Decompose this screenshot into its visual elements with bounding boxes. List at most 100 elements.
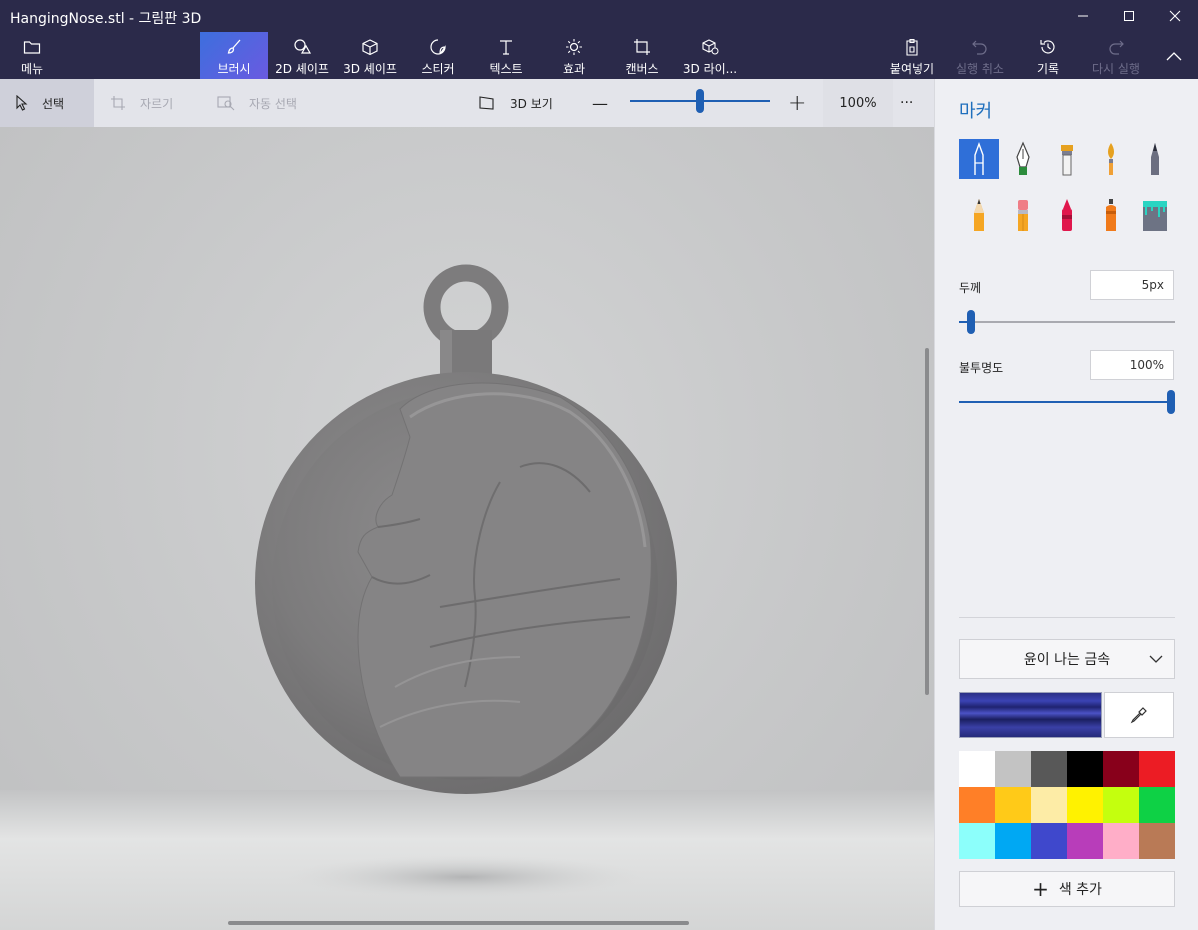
tool-spray-can[interactable] [1091, 195, 1131, 235]
tab-label: 3D 셰이프 [343, 62, 397, 76]
tab-label: 효과 [562, 62, 586, 76]
zoom-value[interactable]: 100% [823, 79, 893, 127]
tab-stickers[interactable]: 스티커 [404, 32, 472, 79]
undo-icon [971, 37, 989, 57]
current-color-swatch[interactable] [959, 692, 1102, 738]
zoom-out-icon: — [592, 93, 608, 113]
tab-3d-library[interactable]: 3D 라이... [676, 32, 744, 79]
brush-panel: 마커 두께 5px 불투명도 100% 윤이 나는 금속 + 색 추가 [934, 79, 1198, 930]
action-label: 실행 취소 [956, 62, 1004, 76]
more-icon: ··· [900, 95, 914, 111]
material-label: 윤이 나는 금속 [1023, 652, 1111, 668]
ribbon: 메뉴 브러시 2D 셰이프 3D 셰이프 스티커 텍스트 효과 캔버스 3D 라… [0, 32, 1198, 79]
canvas-icon [633, 37, 651, 57]
thickness-slider-thumb[interactable] [967, 310, 975, 334]
brush-icon [225, 37, 243, 57]
thickness-input[interactable]: 5px [1090, 270, 1174, 300]
palette-swatch[interactable] [959, 823, 995, 859]
tab-label: 브러시 [217, 62, 251, 76]
crop-button[interactable]: 자르기 [110, 79, 173, 127]
collapse-ribbon-button[interactable] [1150, 32, 1198, 79]
palette-swatch[interactable] [1031, 751, 1067, 787]
action-label: 기록 [1036, 62, 1060, 76]
thickness-slider-track[interactable] [959, 321, 1175, 323]
palette-swatch[interactable] [1067, 787, 1103, 823]
paste-button[interactable]: 붙여넣기 [878, 32, 946, 79]
palette-swatch[interactable] [1067, 751, 1103, 787]
tab-canvas[interactable]: 캔버스 [608, 32, 676, 79]
color-palette [959, 751, 1175, 859]
tool-marker[interactable] [959, 139, 999, 179]
palette-swatch[interactable] [995, 751, 1031, 787]
tool-pencil[interactable] [959, 195, 999, 235]
menu-button[interactable]: 메뉴 [0, 32, 64, 79]
palette-swatch[interactable] [1067, 823, 1103, 859]
view-3d-button[interactable]: 3D 보기 [478, 79, 553, 127]
palette-swatch[interactable] [1139, 751, 1175, 787]
zoom-out-button[interactable]: — [592, 79, 608, 127]
opacity-input[interactable]: 100% [1090, 350, 1174, 380]
tab-3d-shapes[interactable]: 3D 셰이프 [336, 32, 404, 79]
minimize-button[interactable] [1060, 0, 1106, 32]
tool-eraser[interactable] [1003, 195, 1043, 235]
tab-2d-shapes[interactable]: 2D 셰이프 [268, 32, 336, 79]
zoom-slider-thumb[interactable] [696, 89, 704, 113]
material-dropdown[interactable]: 윤이 나는 금속 [959, 639, 1175, 679]
pixel-pen-icon [1151, 143, 1159, 175]
shapes-2d-icon [292, 37, 312, 57]
window-title: HangingNose.stl - 그림판 3D [10, 11, 202, 27]
chevron-down-icon [1149, 655, 1163, 663]
canvas-area[interactable] [0, 127, 934, 930]
eyedropper-button[interactable] [1104, 692, 1174, 738]
palette-swatch[interactable] [1031, 823, 1067, 859]
crayon-icon [1062, 199, 1072, 231]
horizontal-scrollbar[interactable] [228, 921, 689, 925]
pendant-3d-model[interactable] [0, 127, 934, 930]
crop-icon [110, 95, 126, 111]
zoom-in-button[interactable]: + [788, 79, 806, 127]
tab-effects[interactable]: 효과 [540, 32, 608, 79]
pencil-icon [974, 199, 984, 231]
tool-watercolor[interactable] [1091, 139, 1131, 179]
palette-swatch[interactable] [1139, 787, 1175, 823]
maximize-icon [1124, 11, 1134, 21]
select-tool-button[interactable]: 선택 [0, 79, 94, 127]
tab-label: 캔버스 [625, 62, 659, 76]
tool-calligraphy-pen[interactable] [1003, 139, 1043, 179]
palette-swatch[interactable] [1103, 823, 1139, 859]
zoom-value-label: 100% [839, 95, 877, 111]
palette-swatch[interactable] [1103, 787, 1139, 823]
more-options-button[interactable]: ··· [900, 79, 913, 127]
palette-swatch[interactable] [959, 787, 995, 823]
magic-select-button[interactable]: 자동 선택 [217, 79, 297, 127]
tool-oil-brush[interactable] [1047, 139, 1087, 179]
opacity-slider-thumb[interactable] [1167, 390, 1175, 414]
palette-swatch[interactable] [995, 823, 1031, 859]
tab-text[interactable]: 텍스트 [472, 32, 540, 79]
tool-fill-bucket[interactable] [1135, 195, 1175, 235]
marker-icon [974, 141, 984, 175]
redo-icon [1107, 37, 1125, 57]
tool-pixel-pen[interactable] [1135, 139, 1175, 179]
add-color-button[interactable]: + 색 추가 [959, 871, 1175, 907]
action-label: 다시 실행 [1092, 62, 1140, 76]
spray-can-icon [1106, 199, 1116, 231]
close-button[interactable] [1152, 0, 1198, 32]
palette-swatch[interactable] [995, 787, 1031, 823]
history-icon [1039, 37, 1057, 57]
palette-swatch[interactable] [1103, 751, 1139, 787]
palette-swatch[interactable] [1031, 787, 1067, 823]
palette-swatch[interactable] [959, 751, 995, 787]
title-bar: HangingNose.stl - 그림판 3D [0, 0, 1198, 32]
history-button[interactable]: 기록 [1014, 32, 1082, 79]
palette-swatch[interactable] [1139, 823, 1175, 859]
vertical-scrollbar[interactable] [925, 348, 929, 695]
action-label: 붙여넣기 [889, 62, 935, 76]
fill-bucket-icon [1143, 201, 1167, 231]
redo-button[interactable]: 다시 실행 [1082, 32, 1150, 79]
tool-crayon[interactable] [1047, 195, 1087, 235]
undo-button[interactable]: 실행 취소 [946, 32, 1014, 79]
maximize-button[interactable] [1106, 0, 1152, 32]
tab-brushes[interactable]: 브러시 [200, 32, 268, 79]
thickness-label: 두께 [959, 281, 982, 295]
